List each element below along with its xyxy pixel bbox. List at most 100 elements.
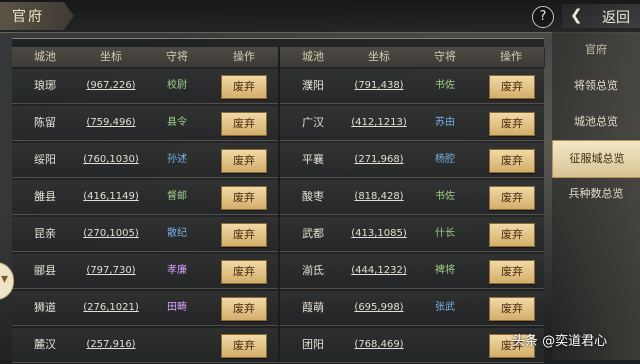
guard-name: 散纪	[167, 228, 187, 239]
help-button[interactable]: ?	[532, 6, 554, 28]
column-header-action: 操作	[478, 47, 545, 67]
city-name: 武都	[302, 227, 324, 240]
city-name: 昆亲	[34, 227, 56, 240]
column-header-city: 城池	[280, 47, 347, 67]
side-menu-item-office[interactable]: 官府	[552, 32, 640, 68]
back-button-label: 返回	[602, 10, 630, 26]
action-cell: 废弃	[478, 143, 546, 177]
guard-name	[144, 328, 210, 362]
city-coordinate-link[interactable]: (271,968)	[346, 143, 412, 177]
city-coordinate-link[interactable]: (818,428)	[346, 180, 412, 214]
abandon-button[interactable]: 废弃	[489, 260, 535, 284]
city-coordinate-link[interactable]: (276,1021)	[78, 291, 144, 325]
column-header-action: 操作	[210, 47, 279, 67]
guard-name: 校尉	[167, 80, 187, 91]
city-coordinate-link[interactable]: (760,1030)	[78, 143, 144, 177]
column-header-guard: 守将	[412, 47, 479, 67]
back-arrow-icon: ❮	[570, 6, 583, 24]
action-cell: 废弃	[210, 254, 278, 288]
action-cell: 废弃	[210, 143, 278, 177]
city-coordinate-link[interactable]: (768,469)	[346, 328, 412, 362]
abandon-button[interactable]: 废弃	[489, 223, 535, 247]
city-coordinate-link[interactable]: (791,438)	[346, 69, 412, 103]
city-coordinate-link[interactable]: (416,1149)	[78, 180, 144, 214]
city-coordinate-link[interactable]: (967,226)	[78, 69, 144, 103]
side-menu-item-conquered-overview[interactable]: 征服城总览	[552, 140, 640, 178]
guard-name: 孝廉	[167, 265, 187, 276]
city-coordinate-link[interactable]: (759,496)	[78, 106, 144, 140]
guard-name: 督邮	[167, 191, 187, 202]
back-button[interactable]: ❮ 返回	[562, 4, 640, 28]
abandon-button[interactable]: 废弃	[221, 149, 267, 173]
guard-name: 书佐	[435, 80, 455, 91]
guard-name	[412, 328, 478, 362]
city-name: 绥阳	[34, 153, 56, 166]
abandon-button[interactable]: 废弃	[489, 112, 535, 136]
city-coordinate-link[interactable]: (797,730)	[78, 254, 144, 288]
action-cell: 废弃	[210, 106, 278, 140]
city-coordinate-link[interactable]: (412,1213)	[346, 106, 412, 140]
city-name: 葭萌	[302, 301, 324, 314]
city-name: 广汉	[302, 116, 324, 129]
abandon-button[interactable]: 废弃	[221, 112, 267, 136]
action-cell: 废弃	[478, 291, 546, 325]
column-header-city: 城池	[12, 47, 79, 67]
city-name: 酸枣	[302, 190, 324, 203]
action-cell: 废弃	[210, 69, 278, 103]
abandon-button[interactable]: 废弃	[221, 186, 267, 210]
city-coordinate-link[interactable]: (444,1232)	[346, 254, 412, 288]
abandon-button[interactable]: 废弃	[221, 334, 267, 358]
action-cell: 废弃	[478, 217, 546, 251]
left-tab-icon: ▾	[1, 271, 9, 287]
guard-name: 苏由	[435, 117, 455, 128]
action-cell: 废弃	[210, 217, 278, 251]
side-menu-item-cities-overview[interactable]: 城池总览	[552, 104, 640, 140]
action-cell: 废弃	[210, 291, 278, 325]
abandon-button[interactable]: 废弃	[489, 149, 535, 173]
city-name: 陈留	[34, 116, 56, 129]
city-name: 狮道	[34, 301, 56, 314]
action-cell: 废弃	[210, 328, 278, 362]
page-title: 官府	[12, 9, 44, 25]
guard-name: 张武	[435, 302, 455, 313]
action-cell: 废弃	[210, 180, 278, 214]
conquered-cities-panel: 城池 坐标 守将 操作 城池 坐标 守将 操作 琅琊 (967,226) 校尉 废弃濮…	[12, 38, 546, 363]
city-name: 湔氐	[302, 264, 324, 277]
guard-name: 书佐	[435, 191, 455, 202]
abandon-button[interactable]: 废弃	[221, 223, 267, 247]
abandon-button[interactable]: 废弃	[489, 297, 535, 321]
city-name: 雒县	[34, 190, 56, 203]
table-divider	[278, 47, 280, 361]
city-coordinate-link[interactable]: (257,916)	[78, 328, 144, 362]
guard-name: 什长	[435, 228, 455, 239]
city-coordinate-link[interactable]: (413,1085)	[346, 217, 412, 251]
side-menu-item-troops-overview[interactable]: 兵种数总览	[552, 176, 640, 212]
abandon-button[interactable]: 废弃	[221, 75, 267, 99]
city-name: 琅琊	[34, 79, 56, 92]
city-name: 濮阳	[302, 79, 324, 92]
city-name: 郦县	[34, 264, 56, 277]
top-bar: 官府 ? ❮ 返回	[0, 0, 640, 33]
city-name: 团阳	[302, 338, 324, 351]
abandon-button[interactable]: 废弃	[221, 260, 267, 284]
city-coordinate-link[interactable]: (270,1005)	[78, 217, 144, 251]
abandon-button[interactable]: 废弃	[221, 297, 267, 321]
action-cell: 废弃	[478, 106, 546, 140]
guard-name: 裨将	[435, 265, 455, 276]
column-header-coord: 坐标	[78, 47, 145, 67]
column-header-coord: 坐标	[346, 47, 413, 67]
city-name: 麓汉	[34, 338, 56, 351]
abandon-button[interactable]: 废弃	[489, 75, 535, 99]
watermark: 头条 @奕道君心	[512, 334, 608, 349]
guard-name: 孙述	[167, 154, 187, 165]
side-menu: 官府 将领总览 城池总览 征服城总览 兵种数总览	[552, 32, 640, 360]
column-header-guard: 守将	[144, 47, 211, 67]
side-menu-item-generals-overview[interactable]: 将领总览	[552, 68, 640, 104]
action-cell: 废弃	[478, 180, 546, 214]
action-cell: 废弃	[478, 254, 546, 288]
city-coordinate-link[interactable]: (695,998)	[346, 291, 412, 325]
guard-name: 县令	[167, 117, 187, 128]
guard-name: 田畴	[167, 302, 187, 313]
abandon-button[interactable]: 废弃	[489, 186, 535, 210]
action-cell: 废弃	[478, 69, 546, 103]
